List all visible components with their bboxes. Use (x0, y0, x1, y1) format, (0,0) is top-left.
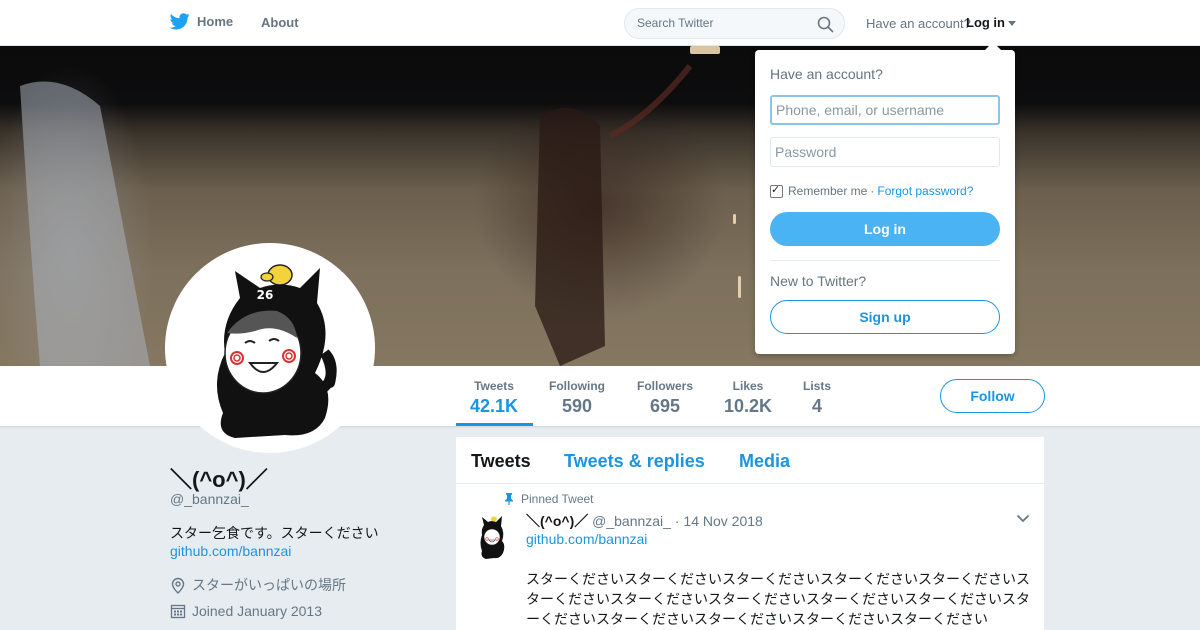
signup-button[interactable]: Sign up (770, 300, 1000, 334)
sparkler-spark (733, 214, 736, 224)
stat-likes[interactable]: Likes 10.2K (723, 379, 773, 417)
stat-value: 10.2K (723, 396, 773, 416)
tweet-author-avatar[interactable] (476, 515, 508, 561)
tweet-author-name[interactable]: ＼(^o^)／ (526, 513, 588, 529)
password-field[interactable] (770, 137, 1000, 167)
stat-value: 590 (561, 396, 593, 416)
cat-costume-avatar-illustration: 26 (216, 264, 337, 438)
joined-text: Joined January 2013 (192, 603, 322, 619)
stat-label: Tweets (474, 379, 514, 393)
profile-bio: スター乞食です。スターください (170, 525, 379, 541)
dropdown-title: Have an account? (770, 66, 883, 82)
login-toggle-label: Log in (966, 15, 1005, 30)
stat-tweets[interactable]: Tweets 42.1K (470, 379, 518, 417)
tweet-date[interactable]: 14 Nov 2018 (683, 513, 762, 529)
pin-icon (505, 493, 513, 505)
forgot-password-link[interactable]: Forgot password? (877, 184, 973, 198)
profile-join-date: Joined January 2013 (170, 603, 322, 619)
profile-avatar[interactable]: 26 (165, 243, 375, 453)
tweet-link[interactable]: github.com/bannzai (526, 531, 647, 547)
stat-label: Followers (636, 379, 693, 393)
stat-value: 695 (649, 396, 681, 416)
stat-lists[interactable]: Lists 4 (801, 379, 833, 417)
twitter-bird-icon (170, 13, 190, 30)
top-navigation-bar: Home About Search Twitter Have an accoun… (0, 0, 1200, 46)
nav-home-link[interactable]: Home (170, 13, 233, 30)
pinned-tweet-label: Pinned Tweet (504, 492, 594, 506)
location-pin-icon (171, 577, 185, 594)
nav-about-link[interactable]: About (261, 15, 299, 30)
sparkler-spark (690, 46, 720, 54)
dropdown-divider (770, 260, 1000, 261)
profile-name: ＼(^o^)／ (170, 467, 268, 492)
have-account-text: Have an account? (866, 16, 971, 31)
search-placeholder: Search Twitter (637, 16, 714, 30)
login-dropdown: Have an account? Remember me · Forgot pa… (755, 42, 1015, 354)
stat-label: Following (549, 379, 605, 393)
remember-me-row: Remember me · Forgot password? (770, 183, 973, 198)
calendar-icon (170, 604, 186, 619)
avatar-badge-number: 26 (257, 288, 274, 302)
login-button[interactable]: Log in (770, 212, 1000, 246)
stat-value: 42.1K (470, 396, 519, 416)
remember-me-label: Remember me (788, 184, 868, 198)
follow-button[interactable]: Follow (940, 379, 1045, 413)
caret-down-icon (1008, 20, 1016, 26)
nav-home-label: Home (197, 14, 234, 29)
tweet-text: スターくださいスターくださいスターくださいスターくださいスターくださいスターくだ… (526, 571, 1030, 627)
search-input[interactable]: Search Twitter (624, 8, 845, 39)
remember-me-checkbox[interactable] (770, 183, 783, 198)
pinned-tweet-text: Pinned Tweet (521, 492, 594, 506)
separator-dot: · (674, 513, 680, 529)
stat-label: Likes (732, 379, 764, 393)
separator-dot: · (870, 184, 875, 198)
login-dropdown-toggle[interactable]: Log in (966, 15, 1016, 30)
stat-following[interactable]: Following 590 (546, 379, 608, 417)
search-icon[interactable] (817, 16, 834, 33)
tweet-header: ＼(^o^)／ @_bannzai_ · 14 Nov 2018 (526, 511, 763, 531)
timeline-tabs: Tweets Tweets & replies Media (456, 437, 1044, 484)
new-to-twitter-text: New to Twitter? (770, 273, 867, 289)
profile-handle[interactable]: @_bannzai_ (170, 491, 249, 507)
stat-followers[interactable]: Followers 695 (635, 379, 695, 417)
stat-label: Lists (802, 379, 831, 393)
tweet-timeline: Tweets Tweets & replies Media Pinned Twe… (456, 437, 1044, 630)
chevron-down-icon[interactable] (1016, 514, 1030, 523)
tab-tweets-replies[interactable]: Tweets & replies (564, 451, 705, 472)
tweet-author-handle[interactable]: @_bannzai_ (592, 513, 671, 529)
tab-tweets[interactable]: Tweets (471, 451, 531, 472)
tab-media[interactable]: Media (739, 451, 790, 472)
location-text: スターがいっぱいの場所 (192, 577, 346, 593)
username-field[interactable] (770, 95, 1000, 125)
active-stat-underline (456, 423, 533, 426)
profile-location: スターがいっぱいの場所 (170, 575, 346, 595)
sparkler-spark (738, 276, 741, 298)
profile-website-link[interactable]: github.com/bannzai (170, 543, 291, 559)
stat-value: 4 (811, 396, 822, 416)
